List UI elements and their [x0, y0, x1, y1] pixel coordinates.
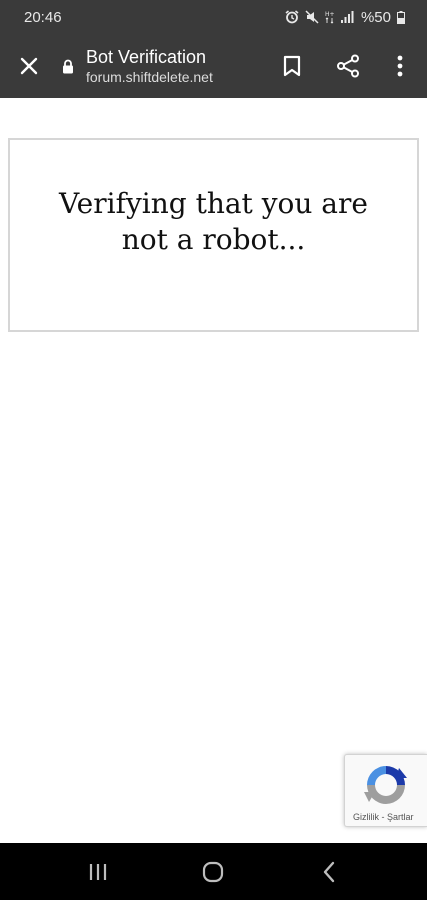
- home-button[interactable]: [183, 843, 243, 900]
- link-separator: -: [379, 812, 387, 822]
- data-icon: H+: [325, 10, 335, 24]
- back-button[interactable]: [299, 843, 359, 900]
- verification-message: Verifying that you are not a robot...: [59, 187, 368, 256]
- page-title: Bot Verification: [86, 46, 207, 67]
- bookmark-button[interactable]: [265, 34, 319, 98]
- signal-icon: [340, 11, 355, 23]
- terms-link[interactable]: Şartlar: [387, 812, 414, 822]
- status-icons: H+ %50: [285, 9, 405, 26]
- lock-icon: [56, 59, 80, 74]
- more-vert-icon: [397, 55, 403, 77]
- share-button[interactable]: [319, 34, 377, 98]
- more-options-button[interactable]: [377, 34, 423, 98]
- recaptcha-links: Gizlilik - Şartlar: [345, 812, 427, 822]
- system-nav-bar: [0, 843, 427, 900]
- browser-toolbar: Bot Verification forum.shiftdelete.net: [0, 34, 427, 98]
- status-bar: 20:46 H+ %50: [0, 0, 427, 34]
- verification-box: Verifying that you are not a robot...: [8, 138, 419, 332]
- recaptcha-logo-icon: [364, 766, 407, 804]
- close-icon: [20, 57, 38, 75]
- page-info[interactable]: Bot Verification forum.shiftdelete.net: [80, 47, 265, 86]
- recaptcha-badge[interactable]: Gizlilik - Şartlar: [344, 754, 427, 827]
- svg-text:H+: H+: [325, 11, 335, 18]
- page-url: forum.shiftdelete.net: [86, 69, 213, 86]
- share-icon: [337, 54, 359, 78]
- close-button[interactable]: [0, 34, 58, 98]
- alarm-icon: [285, 10, 299, 24]
- recents-button[interactable]: [68, 843, 128, 900]
- recents-icon: [89, 863, 106, 880]
- battery-icon: [397, 10, 405, 24]
- mute-icon: [305, 10, 319, 24]
- privacy-link[interactable]: Gizlilik: [353, 812, 379, 822]
- status-time: 20:46: [24, 8, 62, 26]
- back-icon: [323, 861, 335, 882]
- battery-text: %50: [360, 8, 391, 26]
- bookmark-icon: [283, 55, 301, 77]
- home-icon: [203, 861, 224, 882]
